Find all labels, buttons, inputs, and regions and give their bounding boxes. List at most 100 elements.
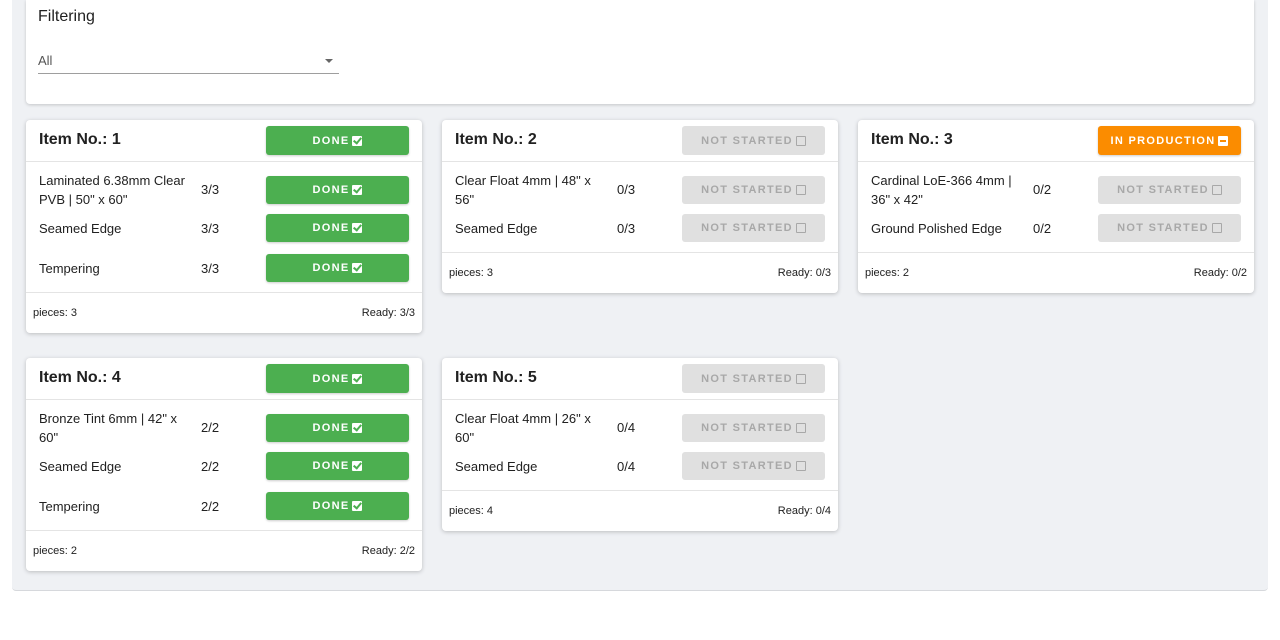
ready-count: Ready: 0/3: [777, 267, 831, 279]
process-row: Bronze Tint 6mm | 42" x 60" 2/2 DONE: [26, 400, 422, 446]
process-count: 2/2: [201, 459, 220, 474]
process-row: Tempering 2/2 DONE: [26, 486, 422, 526]
status-label: NOT STARTED: [701, 460, 793, 472]
process-status-button[interactable]: NOT STARTED: [682, 414, 825, 442]
process-count: 3/3: [201, 182, 220, 197]
process-label: Bronze Tint 6mm | 42" x 60": [39, 411, 178, 445]
ready-count: Ready: 0/4: [777, 505, 831, 517]
empty-box-icon: [795, 223, 806, 233]
process-status-button[interactable]: NOT STARTED: [1098, 214, 1241, 242]
process-status-button[interactable]: DONE: [266, 214, 409, 242]
empty-box-icon: [795, 135, 806, 146]
process-status-button[interactable]: DONE: [266, 414, 409, 442]
card-header: Item No.: 1 DONE: [26, 120, 422, 162]
card-footer: pieces: 2 Ready: 0/2: [858, 253, 1254, 293]
item-status-button[interactable]: IN PRODUCTION: [1098, 126, 1241, 155]
process-row: Seamed Edge 0/4 NOT STARTED: [442, 446, 838, 486]
process-count: 3/3: [201, 261, 220, 276]
empty-box-icon: [795, 461, 806, 471]
card-header: Item No.: 4 DONE: [26, 358, 422, 400]
status-label: DONE: [312, 422, 350, 434]
process-count: 0/3: [617, 182, 636, 197]
item-status-button[interactable]: NOT STARTED: [682, 364, 825, 393]
status-label: NOT STARTED: [701, 184, 793, 196]
card-title: Item No.: 2: [455, 131, 537, 148]
filter-select[interactable]: All: [38, 52, 339, 74]
process-list: Cardinal LoE-366 4mm | 36" x 42" 0/2 NOT S…: [858, 162, 1254, 253]
process-status-button[interactable]: NOT STARTED: [682, 214, 825, 242]
process-label: Cardinal LoE-366 4mm | 36" x 42": [871, 173, 1012, 207]
status-label: DONE: [312, 500, 350, 512]
process-count: 2/2: [201, 499, 220, 514]
process-count: 0/4: [617, 420, 636, 435]
process-count: 3/3: [201, 221, 220, 236]
empty-box-icon: [1211, 185, 1222, 195]
process-row: Clear Float 4mm | 48" x 56" 0/3 NOT STARTE…: [442, 162, 838, 208]
process-list: Laminated 6.38mm Clear PVB | 50" x 60" 3/…: [26, 162, 422, 293]
status-label: NOT STARTED: [1117, 184, 1209, 196]
pieces-count: pieces: 4: [449, 505, 494, 517]
process-label: Tempering: [39, 261, 100, 276]
item-status-button[interactable]: DONE: [266, 126, 409, 155]
item-status-button[interactable]: NOT STARTED: [682, 126, 825, 155]
process-label: Laminated 6.38mm Clear PVB | 50" x 60": [39, 173, 185, 207]
process-status-button[interactable]: NOT STARTED: [682, 452, 825, 480]
status-label: DONE: [312, 262, 350, 274]
process-row: Seamed Edge 0/3 NOT STARTED: [442, 208, 838, 248]
card-header: Item No.: 2 NOT STARTED: [442, 120, 838, 162]
item-card: Item No.: 2 NOT STARTED Clear Float 4mm | …: [442, 120, 838, 293]
process-count: 2/2: [201, 420, 220, 435]
pieces-count: pieces: 2: [865, 267, 910, 279]
filter-title: Filtering: [38, 8, 95, 25]
process-label: Clear Float 4mm | 48" x 56": [455, 173, 591, 207]
status-label: NOT STARTED: [701, 372, 793, 385]
process-count: 0/2: [1033, 221, 1052, 236]
pieces-count: pieces: 3: [449, 267, 494, 279]
process-row: Seamed Edge 2/2 DONE: [26, 446, 422, 486]
process-row: Laminated 6.38mm Clear PVB | 50" x 60" 3/…: [26, 162, 422, 208]
card-footer: pieces: 4 Ready: 0/4: [442, 491, 838, 531]
item-card: Item No.: 5 NOT STARTED Clear Float 4mm | …: [442, 358, 838, 531]
filter-card: Filtering All: [26, 0, 1254, 104]
item-status-button[interactable]: DONE: [266, 364, 409, 393]
process-row: Tempering 3/3 DONE: [26, 248, 422, 288]
dropdown-arrow-icon: [325, 59, 333, 63]
process-status-button[interactable]: DONE: [266, 452, 409, 480]
process-count: 0/2: [1033, 182, 1052, 197]
process-count: 0/3: [617, 221, 636, 236]
process-label: Seamed Edge: [455, 221, 538, 236]
empty-box-icon: [795, 423, 806, 433]
status-label: IN PRODUCTION: [1110, 134, 1216, 147]
card-header: Item No.: 3 IN PRODUCTION: [858, 120, 1254, 162]
process-count: 0/4: [617, 459, 636, 474]
card-footer: pieces: 3 Ready: 3/3: [26, 293, 422, 333]
item-card: Item No.: 3 IN PRODUCTION Cardinal LoE-366…: [858, 120, 1254, 293]
check-box-icon: [352, 263, 363, 273]
item-card: Item No.: 4 DONE Bronze Tint 6mm | 42" x 6…: [26, 358, 422, 571]
check-box-icon: [352, 461, 363, 471]
item-card: Item No.: 1 DONE Laminated 6.38mm Clear PV…: [26, 120, 422, 333]
status-label: NOT STARTED: [701, 422, 793, 434]
card-header: Item No.: 5 NOT STARTED: [442, 358, 838, 400]
process-status-button[interactable]: DONE: [266, 176, 409, 204]
empty-box-icon: [795, 185, 806, 195]
status-label: DONE: [312, 134, 350, 147]
process-list: Clear Float 4mm | 48" x 56" 0/3 NOT STARTE…: [442, 162, 838, 253]
status-label: DONE: [312, 184, 350, 196]
process-row: Seamed Edge 3/3 DONE: [26, 208, 422, 248]
process-status-button[interactable]: DONE: [266, 492, 409, 520]
process-row: Clear Float 4mm | 26" x 60" 0/4 NOT STARTE…: [442, 400, 838, 446]
card-footer: pieces: 2 Ready: 2/2: [26, 531, 422, 571]
status-label: DONE: [312, 222, 350, 234]
empty-box-icon: [1211, 223, 1222, 233]
check-box-icon: [352, 501, 363, 511]
process-status-button[interactable]: NOT STARTED: [1098, 176, 1241, 204]
card-title: Item No.: 3: [871, 131, 953, 148]
process-status-button[interactable]: NOT STARTED: [682, 176, 825, 204]
check-box-icon: [352, 423, 363, 433]
ready-count: Ready: 0/2: [1193, 267, 1247, 279]
card-title: Item No.: 1: [39, 131, 121, 148]
ready-count: Ready: 2/2: [361, 545, 415, 557]
process-label: Seamed Edge: [39, 221, 122, 236]
process-status-button[interactable]: DONE: [266, 254, 409, 282]
